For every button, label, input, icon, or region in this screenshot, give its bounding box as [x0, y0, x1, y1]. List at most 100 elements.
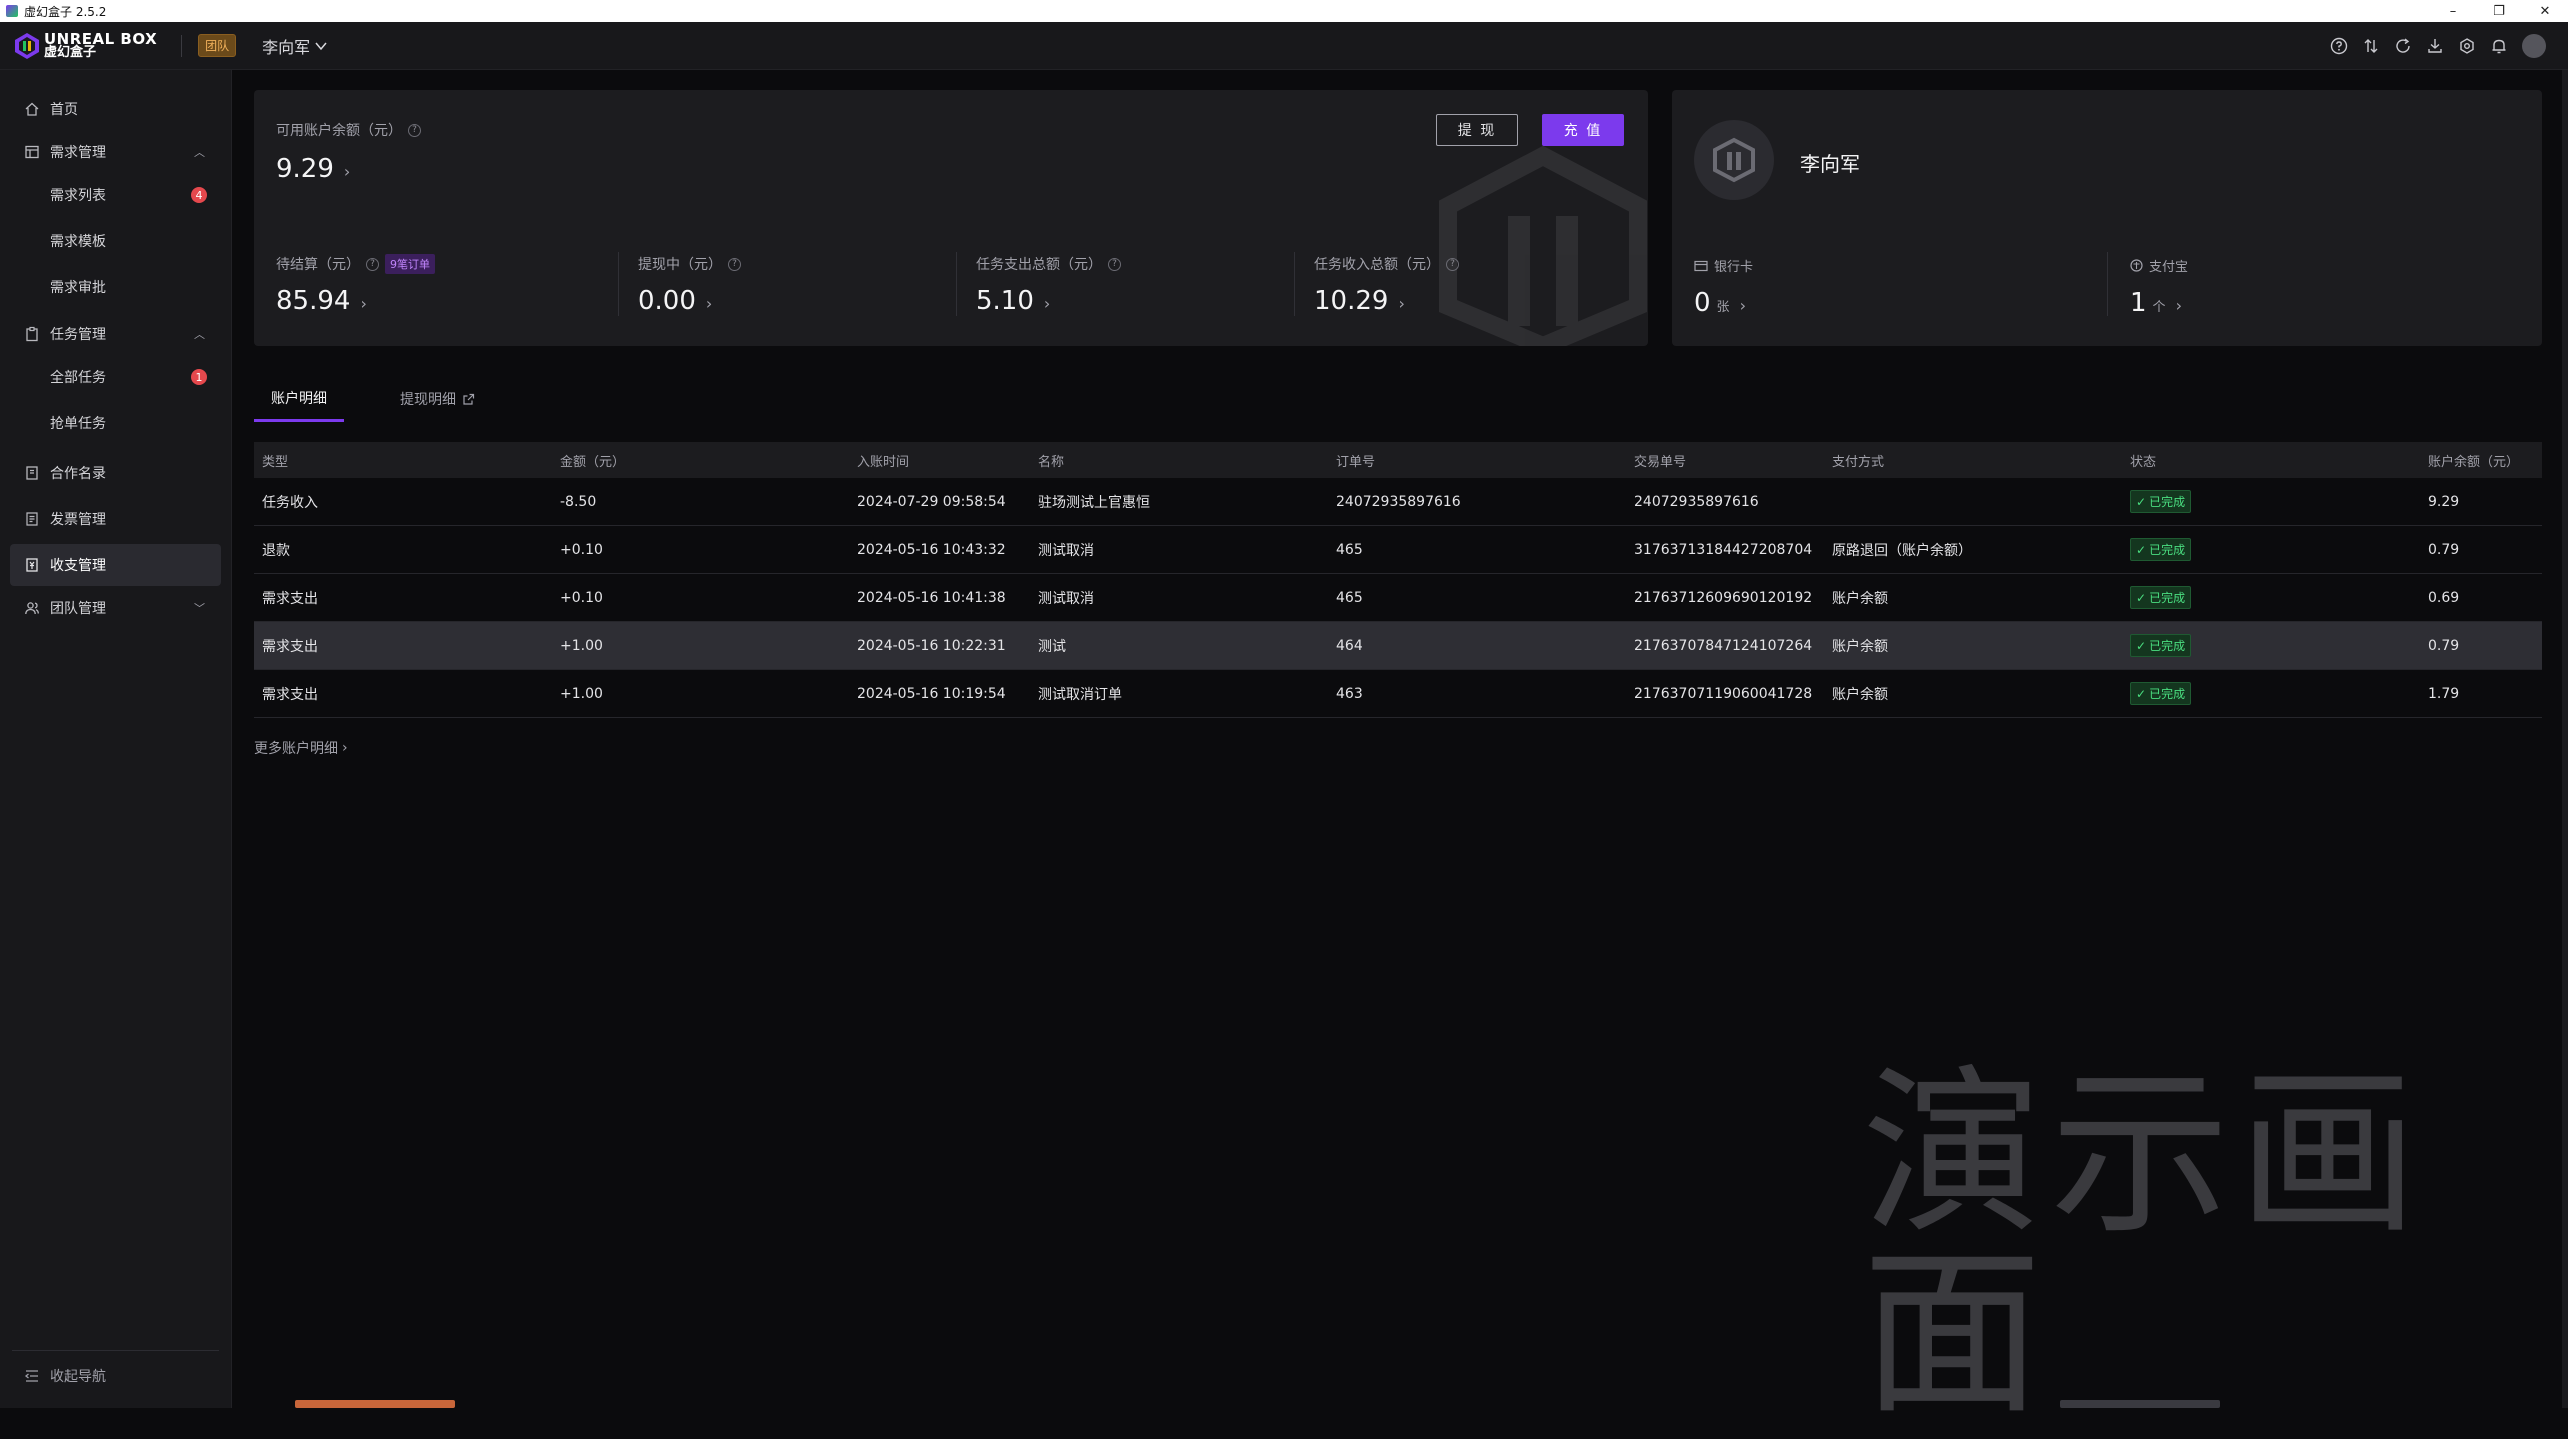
- sidebar-item-label: 需求列表: [50, 188, 106, 204]
- collapse-nav-button[interactable]: 收起导航: [24, 1366, 106, 1386]
- team-badge: 团队: [198, 34, 237, 57]
- horizontal-scrollbar-thumb[interactable]: [2060, 1400, 2220, 1408]
- user-switcher[interactable]: 李向军: [262, 34, 328, 58]
- refresh-icon[interactable]: [2394, 37, 2412, 55]
- chevron-down-icon: ﹀: [194, 602, 205, 615]
- sidebar-item-all-tasks[interactable]: 全部任务 1: [10, 356, 221, 398]
- window-controls: – ❐ ✕: [2430, 0, 2568, 22]
- cell-order: 463: [1336, 685, 1363, 702]
- sidebar-item-partners[interactable]: 合作名录: [10, 452, 221, 494]
- cell-trade: 24072935897616: [1634, 493, 1759, 510]
- task-income-label: 任务收入总额（元） ?: [1314, 254, 1459, 274]
- vertical-scrollbar[interactable]: [2562, 70, 2568, 1408]
- pending-orders-tag[interactable]: 9笔订单: [385, 254, 435, 274]
- user-avatar[interactable]: [1694, 120, 1774, 200]
- restore-button[interactable]: ❐: [2476, 0, 2522, 22]
- task-expense[interactable]: 5.10 ›: [976, 286, 1050, 316]
- question-icon[interactable]: ?: [1446, 257, 1459, 271]
- chevron-right-icon: ›: [1043, 294, 1051, 313]
- table-row[interactable]: 任务收入 -8.50 2024-07-29 09:58:54 驻场测试上官惠恒 …: [254, 478, 2542, 526]
- cell-order: 24072935897616: [1336, 493, 1461, 510]
- task-income[interactable]: 10.29 ›: [1314, 286, 1405, 316]
- bank-card-count[interactable]: 0 张 ›: [1694, 288, 1746, 318]
- cell-trade: 31763713184427208704: [1634, 541, 1813, 558]
- sidebar-item-label: 发票管理: [50, 512, 106, 528]
- cell-name: 测试取消: [1038, 542, 1094, 559]
- sidebar-item-finance[interactable]: 收支管理: [10, 544, 221, 586]
- tab-withdraw-detail[interactable]: 提现明细: [400, 376, 475, 422]
- column-header-amount: 金额（元）: [560, 454, 626, 470]
- horizontal-scrollbar-thumb[interactable]: [295, 1400, 455, 1408]
- cell-time: 2024-07-29 09:58:54: [857, 493, 1006, 510]
- cell-balance: 1.79: [2428, 685, 2460, 702]
- sidebar-item-demand-template[interactable]: 需求模板: [10, 220, 221, 262]
- question-icon[interactable]: ?: [728, 257, 741, 271]
- invoice-icon: [26, 512, 38, 526]
- alipay-label: 支付宝: [2130, 256, 2188, 275]
- clipboard-icon: [26, 326, 38, 342]
- chevron-down-icon: [315, 42, 327, 50]
- cell-amount: +1.00: [560, 685, 603, 702]
- check-circle-icon: ✓: [2136, 638, 2147, 653]
- tab-account-detail[interactable]: 账户明细: [254, 376, 344, 422]
- avatar[interactable]: [2522, 34, 2546, 58]
- minimize-button[interactable]: –: [2430, 0, 2476, 22]
- sidebar-item-grab-tasks[interactable]: 抢单任务: [10, 402, 221, 444]
- column-header-time: 入账时间: [857, 454, 910, 470]
- cell-pay: 账户余额: [1832, 590, 1888, 607]
- question-icon[interactable]: ?: [1108, 257, 1121, 271]
- sidebar-item-label: 首页: [50, 102, 78, 118]
- question-icon[interactable]: ?: [408, 123, 421, 137]
- finance-icon: [26, 558, 38, 572]
- column-header-type: 类型: [262, 454, 289, 470]
- more-link-label: 更多账户明细: [254, 741, 338, 757]
- question-icon[interactable]: ?: [366, 257, 379, 271]
- sidebar-item-team-management[interactable]: 团队管理 ﹀: [10, 587, 221, 629]
- settings-icon[interactable]: [2458, 37, 2476, 55]
- sidebar-item-demand-management[interactable]: 需求管理 ︿: [10, 131, 221, 173]
- sort-icon[interactable]: [2362, 37, 2380, 55]
- logo[interactable]: UNREAL BOX 虚幻盒子: [14, 31, 157, 60]
- sidebar-item-home[interactable]: 首页: [10, 88, 221, 130]
- cell-name: 测试取消订单: [1038, 686, 1122, 703]
- table-row[interactable]: 需求支出 +1.00 2024-05-16 10:19:54 测试取消订单 46…: [254, 670, 2542, 718]
- sidebar-item-label: 需求审批: [50, 280, 106, 296]
- table-row[interactable]: 需求支出 +0.10 2024-05-16 10:41:38 测试取消 465 …: [254, 574, 2542, 622]
- app-icon: [6, 5, 18, 17]
- external-link-icon: [463, 393, 475, 405]
- collapse-nav-label: 收起导航: [50, 1369, 106, 1385]
- app-header: UNREAL BOX 虚幻盒子 团队 李向军: [0, 22, 2568, 70]
- sidebar-item-demand-approval[interactable]: 需求审批: [10, 266, 221, 308]
- team-icon: [25, 602, 39, 615]
- more-account-details-link[interactable]: 更多账户明细 ›: [254, 738, 348, 758]
- cell-balance: 0.79: [2428, 541, 2460, 558]
- recharge-button[interactable]: 充 值: [1542, 114, 1624, 146]
- cell-balance: 9.29: [2428, 493, 2460, 510]
- table-row[interactable]: 需求支出 +1.00 2024-05-16 10:22:31 测试 464 21…: [254, 622, 2542, 670]
- cell-time: 2024-05-16 10:43:32: [857, 541, 1006, 558]
- sidebar-item-demand-list[interactable]: 需求列表 4: [10, 174, 221, 216]
- pending-settlement[interactable]: 85.94 ›: [276, 286, 367, 316]
- table-row[interactable]: 退款 +0.10 2024-05-16 10:43:32 测试取消 465 31…: [254, 526, 2542, 574]
- download-icon[interactable]: [2426, 37, 2444, 55]
- stat-divider: [618, 252, 619, 316]
- sidebar-item-invoices[interactable]: 发票管理: [10, 498, 221, 540]
- collapse-menu-icon: [24, 1370, 38, 1382]
- demo-watermark: 演示画面: [1862, 1050, 2427, 1439]
- alipay-count[interactable]: 1 个 ›: [2130, 288, 2182, 318]
- withdrawing[interactable]: 0.00 ›: [638, 286, 712, 316]
- withdraw-button[interactable]: 提 现: [1436, 114, 1518, 146]
- chevron-right-icon: ›: [342, 740, 348, 756]
- close-button[interactable]: ✕: [2522, 0, 2568, 22]
- cell-trade: 21763707847124107264: [1634, 637, 1813, 654]
- available-balance[interactable]: 9.29 ›: [276, 154, 350, 184]
- stat-divider: [956, 252, 957, 316]
- sidebar-divider: [12, 1350, 219, 1351]
- available-balance-value: 9.29: [276, 154, 334, 184]
- book-icon: [26, 466, 38, 480]
- bell-icon[interactable]: [2490, 37, 2508, 55]
- help-icon[interactable]: [2330, 37, 2348, 55]
- logo-cn: 虚幻盒子: [44, 44, 97, 60]
- sidebar-item-task-management[interactable]: 任务管理 ︿: [10, 313, 221, 355]
- logo-mark-icon: [15, 32, 39, 59]
